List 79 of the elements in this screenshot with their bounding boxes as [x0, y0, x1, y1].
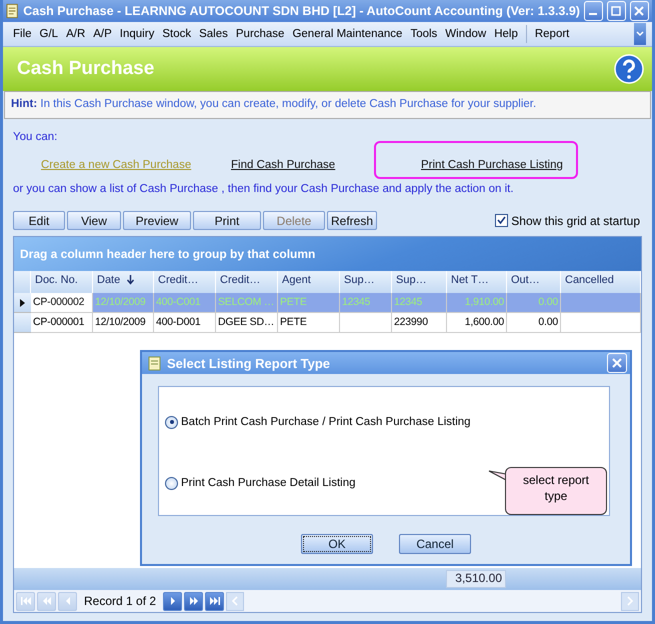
table-cell: 12/10/2009 [93, 313, 154, 333]
page-title: Cash Purchase [17, 58, 154, 80]
chevron-icon[interactable] [634, 23, 646, 45]
dialog-button[interactable]: OK [301, 534, 373, 554]
action-link[interactable]: Find Cash Purchase [231, 159, 336, 171]
help-icon[interactable] [614, 54, 644, 84]
toolbar-button[interactable]: Print [193, 211, 261, 230]
total-cell: 3,510.00 [446, 570, 506, 588]
menu-item[interactable]: General Maintenance [288, 28, 406, 40]
callout: select report type [505, 467, 607, 515]
table-cell: 1,600.00 [447, 313, 507, 333]
close-button[interactable] [630, 1, 649, 21]
table-cell: 0.00 [507, 293, 561, 313]
group-hint: Drag a column header here to group by that column [20, 247, 316, 261]
minimize-icon [589, 13, 598, 15]
table-cell: 0.00 [507, 313, 561, 333]
table-cell: DGEE SD… [216, 313, 278, 333]
toolbar-button[interactable]: Refresh [327, 211, 377, 230]
table-cell: 12345 [340, 293, 392, 313]
menu-item[interactable]: A/R [62, 28, 90, 40]
radio-label[interactable]: Print Cash Purchase Detail Listing [181, 477, 356, 489]
menu-item[interactable]: Sales [195, 28, 232, 40]
radio-button[interactable] [165, 476, 178, 490]
skip-start-icon [18, 594, 32, 608]
table-row[interactable]: CP-000001 12/10/2009 400-D001 DGEE SD… PETE 223990 1,600.00 0.00 [14, 313, 641, 333]
table-cell: CP-000001 [31, 313, 93, 333]
close-icon [634, 6, 644, 16]
dialog-title: Select Listing Report Type [167, 356, 332, 370]
menu-item[interactable]: Inquiry [116, 28, 158, 40]
menu-item[interactable]: A/P [89, 28, 116, 40]
window-title: Cash Purchase - LEARNNG AUTOCOUNT SDN BHD [L2] - AutoCount Accounting (Ver: 1.3.3.9) [23, 4, 580, 18]
menu-item[interactable]: Purchase [232, 28, 288, 40]
row-pointer-icon [20, 298, 25, 306]
app-icon [6, 3, 20, 19]
nav-button[interactable] [184, 592, 204, 610]
table-cell: PETE [278, 293, 340, 313]
table-cell: 12345 [392, 293, 447, 313]
close-button[interactable] [607, 353, 627, 373]
dialog-button[interactable]: Cancel [399, 534, 471, 554]
menu-item[interactable]: Help [490, 28, 522, 40]
radio-button[interactable] [165, 416, 178, 428]
checkbox[interactable] [495, 214, 508, 227]
toolbar-button[interactable]: Edit [13, 211, 65, 230]
maximize-button[interactable] [606, 1, 626, 21]
table-cell: 12/10/2009 [93, 293, 154, 313]
close-icon [612, 358, 622, 368]
table-cell: 1,910.00 [447, 293, 507, 313]
table-row[interactable]: CP-000002 12/10/2009 400-C001 SELCOM … PETE 12345 12345 1,910.00 0.00 [14, 293, 641, 313]
radio-label[interactable]: Batch Print Cash Purchase / Print Cash Purchase Listing [181, 416, 471, 428]
intro-text: You can: [13, 131, 58, 143]
nav-button[interactable] [163, 592, 182, 610]
chevron-right-icon [626, 596, 634, 606]
table-cell [340, 313, 392, 333]
skip-end-icon [208, 594, 222, 608]
toolbar-button[interactable]: Preview [123, 211, 191, 230]
callout-pointer [488, 470, 508, 482]
record-counter: Record 1 of 2 [83, 594, 158, 608]
menu-item[interactable]: Window [441, 28, 490, 40]
menu-item[interactable]: Report [530, 28, 574, 40]
menu-item[interactable]: Tools [406, 28, 442, 40]
menu-item[interactable]: G/L [36, 28, 62, 40]
instruction-text: or you can show a list of Cash Purchase , then find your Cash Purchase and apply the action on it. [13, 183, 515, 195]
minimize-button[interactable] [584, 1, 603, 21]
table-cell: CP-000002 [31, 293, 93, 313]
toolbar-button[interactable]: View [67, 211, 121, 230]
maximize-icon [611, 6, 622, 16]
action-link[interactable]: Print Cash Purchase Listing [421, 159, 563, 171]
menu-item[interactable]: Stock [158, 28, 196, 40]
hint-text: Hint: In this Cash Purchase window, you can create, modify, or delete Cash Purchase for your supplier. [11, 98, 536, 110]
table-cell: 223990 [392, 313, 447, 333]
nav-button[interactable] [205, 592, 224, 610]
chevron-left-icon [231, 596, 240, 606]
dialog-icon [148, 356, 162, 370]
table-cell: PETE [278, 313, 340, 333]
table-cell: SELCOM … [216, 293, 278, 313]
menu-item[interactable]: File [9, 28, 36, 40]
table-cell: 400-C001 [154, 293, 216, 313]
table-cell: 400-D001 [154, 313, 216, 333]
checkbox-label: Show this grid at startup [511, 214, 640, 228]
